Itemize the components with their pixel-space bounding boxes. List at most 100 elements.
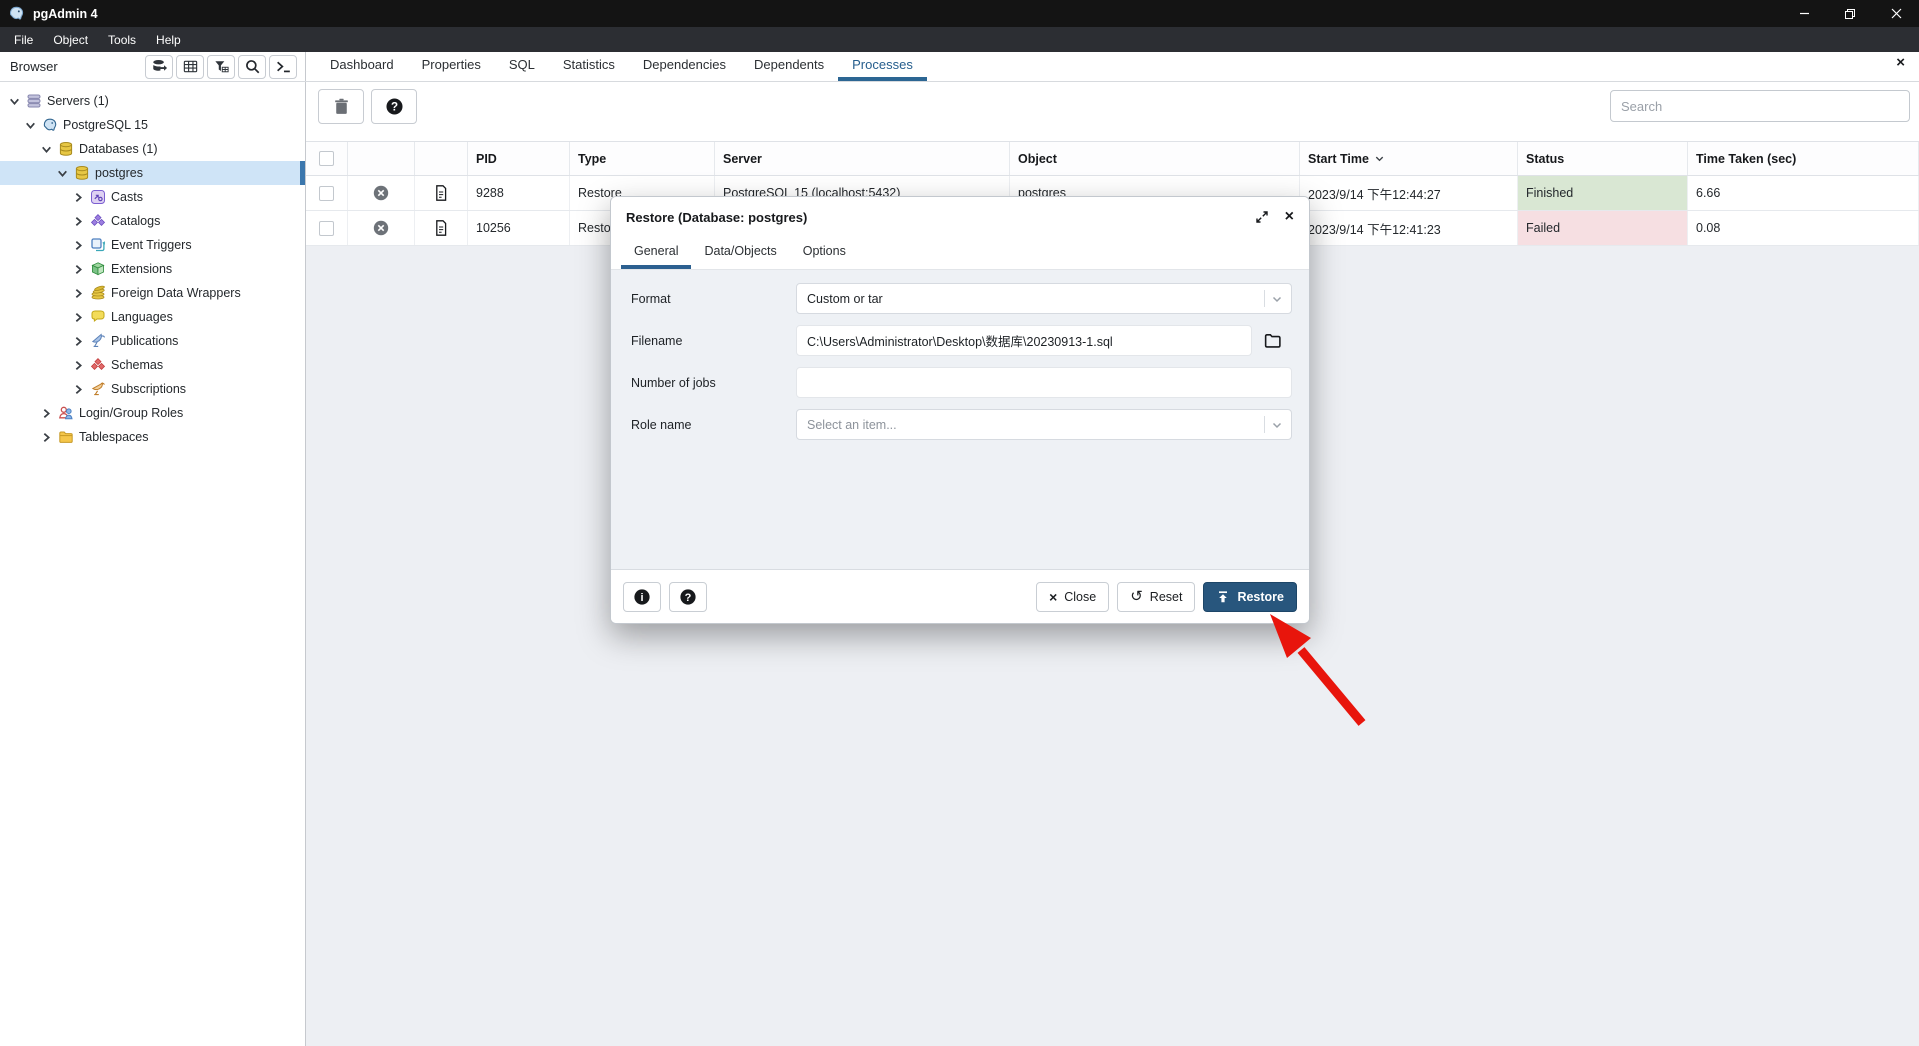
tab-processes[interactable]: Processes: [838, 52, 927, 81]
tree-item-label: postgres: [95, 166, 143, 180]
select-role-name[interactable]: Select an item...: [796, 409, 1292, 440]
dialog-tab-general[interactable]: General: [621, 237, 691, 269]
col-header-time_taken[interactable]: Time Taken (sec): [1688, 142, 1919, 175]
chevron-right-icon[interactable]: [72, 383, 85, 396]
close-dialog-button[interactable]: × Close: [1036, 582, 1109, 612]
psql-tool-button[interactable]: [269, 55, 297, 79]
chevron-right-icon[interactable]: [72, 311, 85, 324]
col-header-object[interactable]: Object: [1010, 142, 1300, 175]
chevron-down-icon[interactable]: [56, 167, 69, 180]
folder-icon[interactable]: [1252, 331, 1292, 350]
tree-item-extensions[interactable]: Extensions: [0, 257, 305, 281]
dialog-tab-options[interactable]: Options: [790, 237, 859, 269]
tab-properties[interactable]: Properties: [408, 52, 495, 81]
chevron-down-icon[interactable]: [8, 95, 21, 108]
view-data-button[interactable]: [176, 55, 204, 79]
restore-button[interactable]: Restore: [1203, 582, 1297, 612]
chevron-down-icon[interactable]: [24, 119, 37, 132]
tree-item-databases-1[interactable]: Databases (1): [0, 137, 305, 161]
tree-item-catalogs[interactable]: Catalogs: [0, 209, 305, 233]
search-input[interactable]: [1610, 90, 1910, 122]
query-tool-icon: [151, 58, 168, 75]
chevron-right-icon[interactable]: [72, 263, 85, 276]
tab-sql[interactable]: SQL: [495, 52, 549, 81]
row-checkbox[interactable]: [319, 221, 334, 236]
chevron-right-icon[interactable]: [40, 431, 53, 444]
tab-dashboard[interactable]: Dashboard: [316, 52, 408, 81]
tree-item-label: Schemas: [111, 358, 163, 372]
col-header-status[interactable]: Status: [1518, 142, 1688, 175]
tree-item-label: Extensions: [111, 262, 172, 276]
tree-item-login-group-roles[interactable]: Login/Group Roles: [0, 401, 305, 425]
chevron-right-icon[interactable]: [72, 359, 85, 372]
cancel-process-icon[interactable]: [372, 184, 390, 202]
tree-item-casts[interactable]: Casts: [0, 185, 305, 209]
process-log-icon[interactable]: [432, 219, 450, 237]
tree-item-label: Databases (1): [79, 142, 158, 156]
delete-process-button[interactable]: [318, 89, 364, 124]
chevron-right-icon[interactable]: [40, 407, 53, 420]
col-header-label: Server: [723, 152, 762, 166]
tree-item-schemas[interactable]: Schemas: [0, 353, 305, 377]
restore-window-button[interactable]: [1827, 0, 1873, 27]
menu-file[interactable]: File: [4, 27, 43, 52]
dialog-info-button[interactable]: i: [623, 582, 661, 612]
tree-item-tablespaces[interactable]: Tablespaces: [0, 425, 305, 449]
col-header-select[interactable]: [306, 142, 348, 175]
dialog-expand-icon[interactable]: [1255, 210, 1269, 224]
tree-item-publications[interactable]: Publications: [0, 329, 305, 353]
dialog-tab-data-objects[interactable]: Data/Objects: [691, 237, 789, 269]
close-window-button[interactable]: [1873, 0, 1919, 27]
tree-item-servers-1[interactable]: Servers (1): [0, 89, 305, 113]
tab-dependents[interactable]: Dependents: [740, 52, 838, 81]
query-tool-button[interactable]: [145, 55, 173, 79]
tab-strip: DashboardPropertiesSQLStatisticsDependen…: [306, 52, 1919, 81]
input-filename[interactable]: [796, 325, 1252, 356]
filtered-rows-icon: [213, 58, 230, 75]
tree-item-postgresql-15[interactable]: PostgreSQL 15: [0, 113, 305, 137]
row-checkbox[interactable]: [319, 186, 334, 201]
tree-item-event-triggers[interactable]: Event Triggers: [0, 233, 305, 257]
cell-start_time: 2023/9/14 下午12:41:23: [1300, 211, 1518, 245]
input-number-of-jobs[interactable]: [796, 367, 1292, 398]
tree-item-postgres[interactable]: postgres: [0, 161, 305, 185]
cell-cancel: [348, 211, 415, 245]
search-objects-button[interactable]: [238, 55, 266, 79]
menu-object[interactable]: Object: [43, 27, 98, 52]
cell-time_taken: 0.08: [1688, 211, 1919, 245]
filtered-rows-button[interactable]: [207, 55, 235, 79]
chevron-right-icon[interactable]: [72, 239, 85, 252]
tree-item-label: Casts: [111, 190, 143, 204]
select-format[interactable]: Custom or tar: [796, 283, 1292, 314]
cancel-process-icon[interactable]: [372, 219, 390, 237]
chevron-down-icon[interactable]: [40, 143, 53, 156]
menu-help[interactable]: Help: [146, 27, 191, 52]
dialog-title: Restore (Database: postgres): [626, 210, 1239, 225]
minimize-button[interactable]: [1781, 0, 1827, 27]
help-icon: ?: [679, 588, 697, 606]
chevron-right-icon[interactable]: [72, 215, 85, 228]
tree-item-subscriptions[interactable]: Subscriptions: [0, 377, 305, 401]
col-header-server[interactable]: Server: [715, 142, 1010, 175]
help-button[interactable]: ?: [371, 89, 417, 124]
col-header-pid[interactable]: PID: [468, 142, 570, 175]
field-label: Role name: [631, 418, 796, 432]
process-log-icon[interactable]: [432, 184, 450, 202]
cell-status: Failed: [1518, 211, 1688, 245]
col-header-type[interactable]: Type: [570, 142, 715, 175]
dialog-help-button[interactable]: ?: [669, 582, 707, 612]
chevron-right-icon[interactable]: [72, 191, 85, 204]
select-all-checkbox[interactable]: [319, 151, 334, 166]
panel-close-icon[interactable]: ×: [1896, 55, 1905, 70]
chevron-right-icon[interactable]: [72, 335, 85, 348]
menu-tools[interactable]: Tools: [98, 27, 146, 52]
chevron-right-icon[interactable]: [72, 287, 85, 300]
reset-button[interactable]: ↺ Reset: [1117, 582, 1195, 612]
tree-item-label: PostgreSQL 15: [63, 118, 148, 132]
tree-item-languages[interactable]: Languages: [0, 305, 305, 329]
tree-item-foreign-data-wrappers[interactable]: Foreign Data Wrappers: [0, 281, 305, 305]
tab-statistics[interactable]: Statistics: [549, 52, 629, 81]
col-header-start_time[interactable]: Start Time: [1300, 142, 1518, 175]
tab-dependencies[interactable]: Dependencies: [629, 52, 740, 81]
dialog-close-icon[interactable]: ×: [1285, 209, 1294, 225]
